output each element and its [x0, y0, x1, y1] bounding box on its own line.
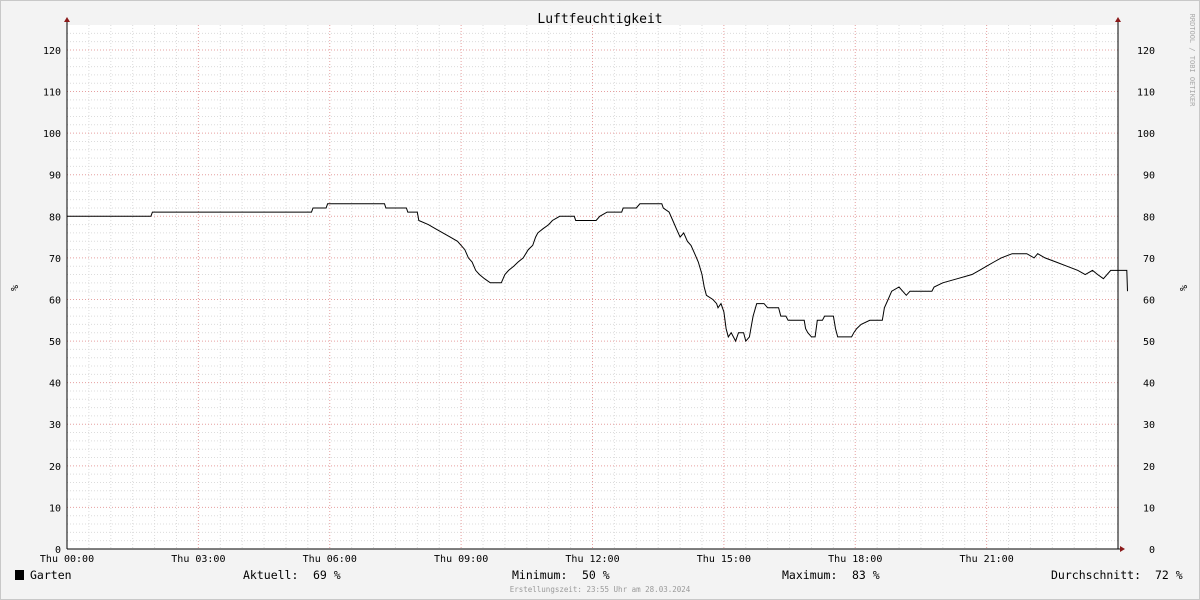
y-tick-label-right: 30 — [1143, 420, 1155, 431]
legend-minimum-label: Minimum: — [512, 568, 568, 582]
x-tick-label: Thu 03:00 — [171, 554, 225, 565]
legend-aktuell-value: 69 % — [313, 568, 341, 582]
y-tick-label-right: 10 — [1143, 503, 1155, 514]
y-tick-label-left: 20 — [49, 462, 61, 473]
y-tick-label-right: 20 — [1143, 462, 1155, 473]
x-axis-arrow — [1120, 546, 1125, 552]
y-tick-label-left: 90 — [49, 171, 61, 182]
y-tick-label-right: 120 — [1137, 46, 1155, 57]
y-tick-label-right: 0 — [1149, 545, 1155, 556]
chart-title: Luftfeuchtigkeit — [537, 12, 662, 27]
y-axis-arrow-right — [1115, 17, 1121, 22]
humidity-chart: Luftfeuchtigkeit 0 010 1020 2030 3040 4050 506… — [8, 12, 1196, 565]
y-tick-label-left: 60 — [49, 295, 61, 306]
y-tick-label-left: 120 — [43, 46, 61, 57]
y-tick-label-right: 80 — [1143, 212, 1155, 223]
y-axis-label-left: % — [8, 285, 19, 291]
y-tick-label-right: 60 — [1143, 295, 1155, 306]
x-tick-label: Thu 00:00 — [40, 554, 94, 565]
legend-swatch — [15, 570, 24, 580]
y-tick-label-left: 30 — [49, 420, 61, 431]
y-tick-label-right: 70 — [1143, 254, 1155, 265]
x-tick-label: Thu 06:00 — [303, 554, 357, 565]
y-tick-label-left: 110 — [43, 88, 61, 99]
y-tick-label-right: 90 — [1143, 171, 1155, 182]
y-tick-label-right: 40 — [1143, 379, 1155, 390]
y-tick-label-left: 40 — [49, 379, 61, 390]
creation-timestamp: Erstellungszeit: 23:55 Uhr am 28.03.2024 — [509, 585, 691, 594]
legend-durchschnitt-label: Durchschnitt: — [1051, 568, 1142, 582]
watermark: RRDTOOL / TOBI OETIKER — [1188, 14, 1196, 108]
legend-aktuell-label: Aktuell: — [243, 568, 299, 582]
y-axis-arrow-left — [64, 17, 70, 22]
y-tick-label-right: 110 — [1137, 88, 1155, 99]
legend-series-name: Garten — [30, 568, 72, 582]
y-tick-label-right: 100 — [1137, 129, 1155, 140]
y-axis-label-right: % — [1177, 285, 1188, 291]
y-tick-label-left: 100 — [43, 129, 61, 140]
y-tick-label-left: 80 — [49, 212, 61, 223]
legend-maximum-label: Maximum: — [782, 568, 838, 582]
y-tick-label-left: 70 — [49, 254, 61, 265]
legend-maximum-value: 83 % — [852, 568, 880, 582]
legend-minimum-value: 50 % — [582, 568, 610, 582]
y-tick-label-left: 50 — [49, 337, 61, 348]
x-tick-label: Thu 12:00 — [565, 554, 619, 565]
y-tick-label-right: 50 — [1143, 337, 1155, 348]
x-tick-label: Thu 18:00 — [828, 554, 882, 565]
legend-durchschnitt-value: 72 % — [1155, 568, 1183, 582]
x-tick-label: Thu 09:00 — [434, 554, 488, 565]
x-tick-label: Thu 15:00 — [697, 554, 751, 565]
x-tick-label: Thu 21:00 — [960, 554, 1014, 565]
y-tick-label-left: 10 — [49, 503, 61, 514]
